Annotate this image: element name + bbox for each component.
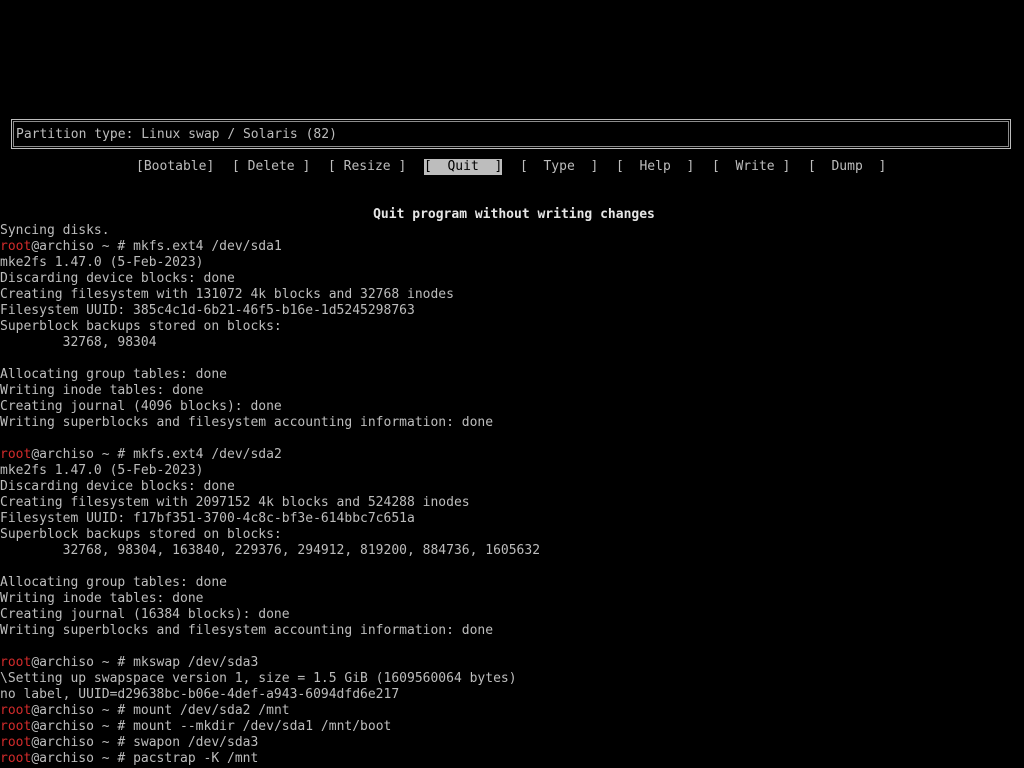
console-line: mke2fs 1.47.0 (5-Feb-2023) (0, 463, 204, 478)
write-button[interactable]: [ Write ] (712, 159, 790, 175)
shell-prompt-line: root@archiso ~ # mkswap /dev/sda3 (0, 655, 1024, 671)
shell-prompt-line: root@archiso ~ # mkfs.ext4 /dev/sda2 (0, 447, 1024, 463)
prompt-host: @archiso (31, 735, 94, 750)
console-line: Writing inode tables: done (0, 383, 204, 398)
console-line: Writing superblocks and filesystem accou… (0, 415, 494, 430)
console-line: mke2fs 1.47.0 (5-Feb-2023) (0, 255, 204, 270)
console-line: Superblock backups stored on blocks: (0, 319, 282, 334)
dump-button[interactable]: [ Dump ] (808, 159, 886, 175)
console-line: Superblock backups stored on blocks: (0, 527, 282, 542)
console-line: Syncing disks. (0, 223, 110, 238)
prompt-command: ~ # mkfs.ext4 /dev/sda1 (93, 239, 282, 254)
prompt-user: root (0, 655, 32, 670)
console-output[interactable]: Syncing disks. root@archiso ~ # mkfs.ext4… (0, 223, 1024, 767)
resize-button[interactable]: [ Resize ] (328, 159, 406, 175)
console-line: 32768, 98304 (0, 335, 157, 350)
console-line: Creating journal (16384 blocks): done (0, 607, 290, 622)
type-button[interactable]: [ Type ] (520, 159, 598, 175)
prompt-user: root (0, 751, 32, 766)
shell-prompt-line: root@archiso ~ # mkfs.ext4 /dev/sda1 (0, 239, 1024, 255)
shell-prompt-line: root@archiso ~ # mount --mkdir /dev/sda1… (0, 719, 1024, 735)
console-line: Discarding device blocks: done (0, 479, 235, 494)
console-line: Creating filesystem with 131072 4k block… (0, 287, 454, 302)
shell-prompt-line: root@archiso ~ # mount /dev/sda2 /mnt (0, 703, 1024, 719)
cfdisk-menu-bar: [Bootable] [ Delete ] [ Resize ] [ Quit … (0, 159, 1024, 175)
prompt-host: @archiso (31, 751, 94, 766)
console-line: Discarding device blocks: done (0, 271, 235, 286)
console-line: Allocating group tables: done (0, 575, 227, 590)
prompt-command: ~ # swapon /dev/sda3 (93, 735, 259, 750)
prompt-user: root (0, 239, 32, 254)
console-line: no label, UUID=d29638bc-b06e-4def-a943-6… (0, 687, 400, 702)
quit-button[interactable]: [ Quit ] (424, 159, 503, 175)
prompt-command: ~ # mkfs.ext4 /dev/sda2 (93, 447, 282, 462)
prompt-user: root (0, 447, 32, 462)
prompt-host: @archiso (31, 239, 94, 254)
console-line: 32768, 98304, 163840, 229376, 294912, 81… (0, 543, 541, 558)
terminal-screen[interactable]: Partition type: Linux swap / Solaris (82… (0, 0, 1024, 768)
prompt-host: @archiso (31, 719, 94, 734)
prompt-command: ~ # pacstrap -K /mnt (93, 751, 259, 766)
help-button[interactable]: [ Help ] (616, 159, 694, 175)
console-line: Creating journal (4096 blocks): done (0, 399, 282, 414)
shell-prompt-line: root@archiso ~ # pacstrap -K /mnt (0, 751, 1024, 767)
shell-prompt-line: root@archiso ~ # swapon /dev/sda3 (0, 735, 1024, 751)
console-line: Creating filesystem with 2097152 4k bloc… (0, 495, 470, 510)
partition-type-label: Partition type: Linux swap / Solaris (82… (16, 127, 337, 142)
bootable-button[interactable]: [Bootable] (136, 159, 214, 175)
prompt-host: @archiso (31, 703, 94, 718)
console-line: \Setting up swapspace version 1, size = … (0, 671, 517, 686)
console-line: Writing inode tables: done (0, 591, 204, 606)
prompt-host: @archiso (31, 447, 94, 462)
partition-type-box: Partition type: Linux swap / Solaris (82… (10, 118, 1012, 150)
prompt-user: root (0, 719, 32, 734)
prompt-command: ~ # mount /dev/sda2 /mnt (93, 703, 290, 718)
prompt-command: ~ # mount --mkdir /dev/sda1 /mnt/boot (93, 719, 392, 734)
console-line: Allocating group tables: done (0, 367, 227, 382)
prompt-user: root (0, 703, 32, 718)
menu-hint-text: Quit program without writing changes (373, 207, 655, 222)
prompt-host: @archiso (31, 655, 94, 670)
console-line: Filesystem UUID: 385c4c1d-6b21-46f5-b16e… (0, 303, 415, 318)
delete-button[interactable]: [ Delete ] (232, 159, 310, 175)
prompt-command: ~ # mkswap /dev/sda3 (93, 655, 259, 670)
console-line: Filesystem UUID: f17bf351-3700-4c8c-bf3e… (0, 511, 415, 526)
menu-hint: Quit program without writing changes (0, 207, 1024, 223)
prompt-user: root (0, 735, 32, 750)
console-line: Writing superblocks and filesystem accou… (0, 623, 494, 638)
